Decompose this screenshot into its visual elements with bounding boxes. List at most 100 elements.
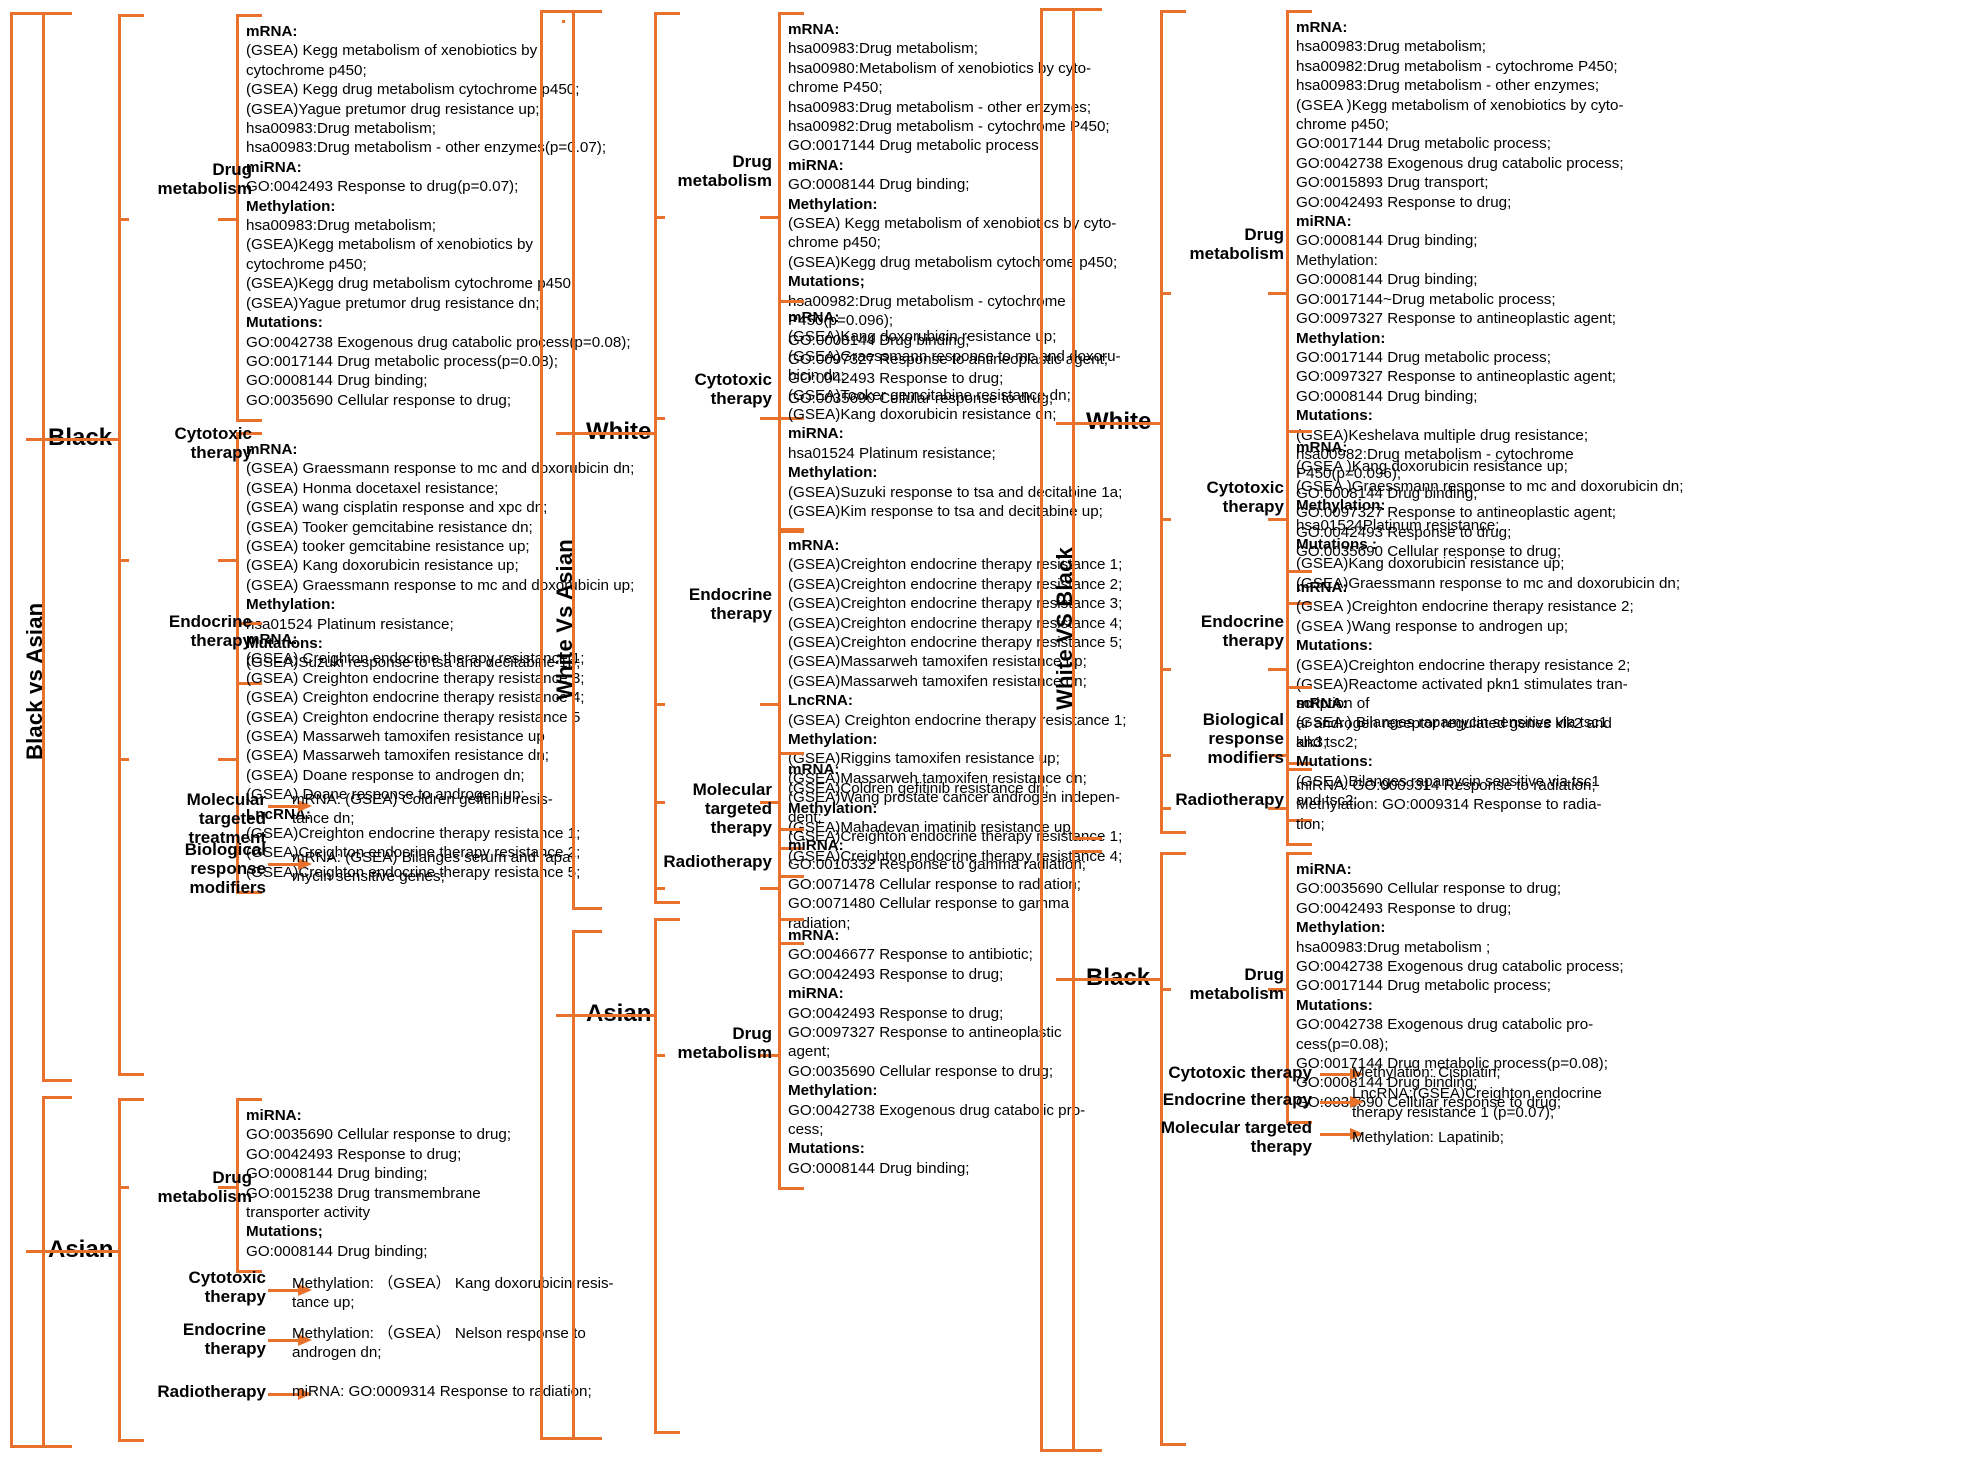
category-label: Cytotoxic therapy [1152, 1063, 1312, 1082]
detail-line: LncRNA:(GSEA)Creighton endocrine [1352, 1085, 1602, 1102]
detail-line: (GSEA )Kang doxorubicin resistance up; [1296, 458, 1568, 476]
detail-line: GO:0097327 Response to antineoplastic ag… [1296, 310, 1617, 328]
category-spine-top-stub [1160, 852, 1186, 855]
detail-bracket-connector [1268, 668, 1286, 671]
detail-line: mRNA: [1296, 695, 1348, 712]
detail-text: miRNA: GO:0009314 Response to radiation;… [1296, 776, 1965, 834]
detail-line: hsa00983:Drug metabolism - other enzymes… [1296, 77, 1600, 95]
category-label-line: Molecular targeted [1160, 1118, 1312, 1137]
category-label-line: Cytotoxic therapy [1168, 1063, 1312, 1082]
category-label: Cytotoxic therapy [1162, 478, 1284, 516]
category-label-line: Endocrine [1200, 612, 1284, 631]
detail-line: Methylation: Cisplatin; [1352, 1064, 1501, 1081]
detail-line: Methylation: [1296, 329, 1386, 347]
category-label: Endocrine therapy [1162, 612, 1284, 650]
category-label-line: modifiers [1207, 748, 1284, 767]
category-label-line: therapy [1222, 497, 1284, 516]
detail-line: tion; [1296, 815, 1325, 833]
category-label-line: response [1208, 729, 1284, 748]
group-bracket-top-stub [1072, 8, 1102, 11]
category-label: Radiotherapy [1162, 790, 1284, 809]
detail-line: GO:0017144 Drug metabolic process; [1296, 348, 1551, 366]
category-label: Endocrine therapy [1152, 1090, 1312, 1109]
category-label-line: Drug [1244, 225, 1284, 244]
category-tick [1163, 292, 1171, 295]
stray-dot [562, 20, 565, 23]
category-spine-bottom-stub [1160, 831, 1186, 834]
arrow-shaft [1320, 1133, 1354, 1136]
detail-line: mRNA: [1296, 439, 1348, 456]
detail-line: Methylation: Lapatinib; [1352, 1129, 1504, 1146]
detail-line: miRNA: [1296, 861, 1352, 878]
detail-line: cess(p=0.08); [1296, 1035, 1389, 1053]
detail-line: GO:0042738 Exogenous drug catabolic proc… [1296, 958, 1624, 976]
category-tick [1163, 518, 1171, 521]
category-label-line: Cytotoxic [1206, 478, 1284, 497]
detail-bracket-bottom-stub [1286, 843, 1312, 846]
category-label-line: metabolism [1189, 984, 1284, 1003]
detail-line: GO:0035690 Cellular response to drug; [1296, 880, 1562, 898]
detail-line: (GSEA )Creighton endocrine therapy resis… [1296, 598, 1634, 616]
group-bracket-bottom-stub [1072, 837, 1102, 840]
root-bracket-bottom-stub [1040, 1449, 1074, 1452]
detail-bracket-top-stub [1286, 570, 1312, 573]
detail-line: (GSEA)Kang doxorubicin resistance up; [1296, 555, 1565, 573]
detail-line: hsa00983:Drug metabolism; [1296, 38, 1486, 56]
category-label-line: therapy [1222, 631, 1284, 650]
detail-bracket-spine [1286, 852, 1289, 1124]
category-label-line: therapy [1250, 1137, 1312, 1156]
category-label-line: Drug [1244, 965, 1284, 984]
detail-line: GO:0042493 Response to drug; [1296, 193, 1512, 211]
detail-text: Methylation: Lapatinib; [1352, 1128, 1912, 1147]
detail-bracket-top-stub [1286, 430, 1312, 433]
detail-line: Methylation: [1296, 251, 1378, 269]
race-therapy-enrichment-diagram: Black vs AsianBlackmRNA:(GSEA) Kegg meta… [0, 0, 1965, 1464]
detail-line: hsa00983:Drug metabolism ; [1296, 938, 1491, 956]
category-label: Molecular targeted therapy [1152, 1118, 1312, 1156]
root-bracket-spine [1040, 8, 1043, 1452]
detail-line: GO:0042493 Response to drug; [1296, 899, 1512, 917]
detail-bracket-spine [1286, 768, 1289, 846]
group-to-category-connector [1075, 422, 1160, 425]
group-bracket-spine [1072, 850, 1075, 1452]
detail-line: Methylation: [1296, 919, 1386, 937]
detail-line: chrome p450; [1296, 116, 1389, 134]
category-label-line: Radiotherapy [1175, 790, 1284, 809]
detail-line: mRNA: [1296, 19, 1348, 36]
detail-text: mRNA: (GSEA )Kang doxorubicin resistance … [1296, 438, 1965, 593]
detail-line: (GSEA)Reactome activated pkn1 stimulates… [1296, 676, 1628, 694]
detail-line: hsa00982:Drug metabolism - cytochrome P4… [1296, 57, 1618, 75]
category-tick [1163, 807, 1171, 810]
detail-line: and tsc2; [1296, 733, 1358, 751]
detail-line: miRNA: [1296, 213, 1352, 231]
detail-line: (GSEA )Kegg metabolism of xenobiotics by… [1296, 96, 1624, 114]
group-to-category-connector [1075, 978, 1160, 981]
detail-line: (GSEA )Graessmann response to mc and dox… [1296, 477, 1684, 495]
detail-line: (GSEA )Wang response to androgen up; [1296, 617, 1569, 635]
category-label-line: Endocrine therapy [1162, 1090, 1312, 1109]
detail-line: GO:0017144~Drug metabolic process; [1296, 290, 1556, 308]
detail-line: GO:0017144 Drug metabolic process; [1296, 977, 1551, 995]
category-tick [1163, 988, 1171, 991]
detail-line: hsa01524Platinum resistance; [1296, 516, 1500, 534]
detail-line: Mutations: [1296, 753, 1373, 771]
detail-text: Methylation: Cisplatin; [1352, 1063, 1912, 1082]
detail-line: GO:0097327 Response to antineoplastic ag… [1296, 368, 1617, 386]
category-tick [1163, 754, 1171, 757]
detail-text: LncRNA:(GSEA)Creighton endocrine therapy … [1352, 1084, 1912, 1123]
detail-bracket-top-stub [1286, 10, 1312, 13]
detail-line: GO:0042738 Exogenous drug catabolic proc… [1296, 154, 1624, 172]
group-bracket-bottom-stub [1072, 1449, 1102, 1452]
group-connector [1056, 978, 1072, 981]
detail-bracket-top-stub [1286, 852, 1312, 855]
detail-line: miRNA: GO:0009314 Response to radiation; [1296, 777, 1596, 794]
detail-line: GO:0042738 Exogenous drug catabolic pro- [1296, 1016, 1594, 1034]
detail-line: GO:0008144 Drug binding; [1296, 232, 1478, 250]
detail-bracket-top-stub [1286, 768, 1312, 771]
detail-line: Mutations: [1296, 996, 1373, 1014]
category-spine-bottom-stub [1160, 1443, 1186, 1446]
category-label-line: Biological [1202, 710, 1284, 729]
detail-line: Methylation: [1296, 497, 1386, 515]
detail-line: (GSEA ) Bilanges rapamycin sensitive via… [1296, 714, 1608, 732]
detail-line: therapy resistance 1 (p=0.07); [1352, 1104, 1555, 1122]
